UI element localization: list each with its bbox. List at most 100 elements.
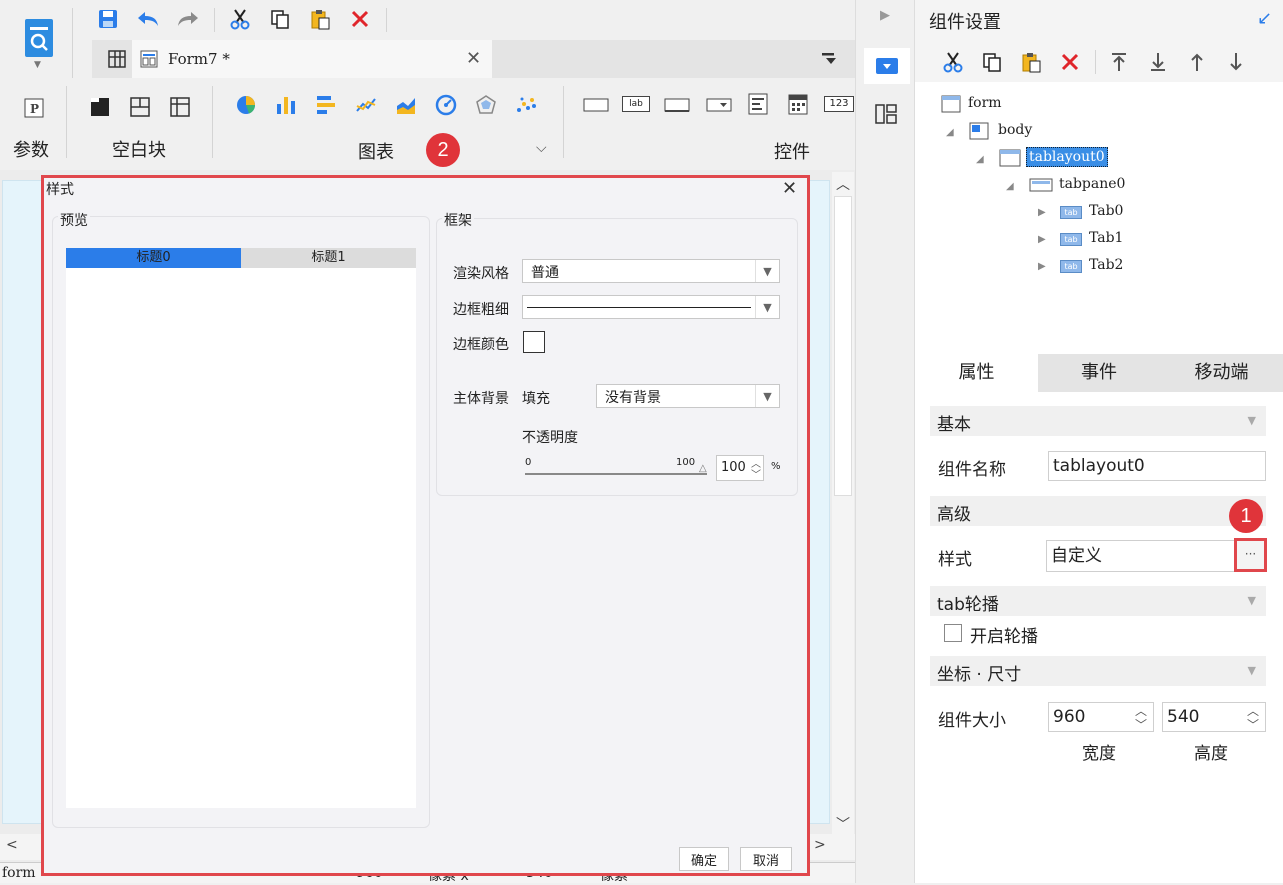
tab-list-dropdown-icon[interactable] — [818, 48, 842, 70]
carousel-checkbox[interactable] — [944, 624, 962, 642]
component-name-input[interactable]: tablayout0 — [1048, 451, 1266, 481]
widget-list-icon[interactable] — [744, 90, 772, 118]
redo-icon[interactable] — [174, 6, 202, 32]
tree-collapsed-icon[interactable]: ▶ — [1038, 207, 1046, 218]
cancel-button[interactable]: 取消 — [740, 847, 792, 871]
tab-properties[interactable]: 属性 — [915, 354, 1038, 392]
border-width-select[interactable]: ▼ — [522, 295, 780, 319]
widget-combobox-icon[interactable] — [704, 92, 734, 118]
move-down-icon[interactable] — [1222, 48, 1250, 76]
radar-chart-icon[interactable] — [473, 92, 499, 118]
pie-chart-icon[interactable] — [233, 92, 259, 118]
ok-button[interactable]: 确定 — [679, 847, 729, 871]
widget-text-label-icon[interactable]: lab — [622, 96, 650, 112]
widget-textbox-icon[interactable] — [662, 92, 692, 118]
undo-icon[interactable] — [134, 6, 162, 32]
tree-expand-icon[interactable]: ◢ — [1006, 181, 1014, 192]
blank-block-solid-icon[interactable] — [86, 94, 114, 120]
delete-icon[interactable] — [346, 6, 374, 32]
line-chart-icon[interactable] — [353, 92, 379, 118]
scroll-right-icon[interactable]: > — [814, 837, 826, 853]
widget-date-icon[interactable] — [784, 90, 812, 118]
fill-select[interactable]: 没有背景 ▼ — [596, 384, 780, 408]
border-color-swatch[interactable] — [523, 331, 545, 353]
render-style-select[interactable]: 普通 ▼ — [522, 259, 780, 283]
move-top-icon[interactable] — [1105, 48, 1133, 76]
scroll-left-icon[interactable]: < — [6, 837, 18, 853]
paste-icon[interactable] — [306, 6, 334, 32]
tab-events[interactable]: 事件 — [1038, 354, 1160, 392]
component-settings-dock-icon[interactable] — [864, 48, 910, 84]
spin-down-icon[interactable]: ﹀ — [1247, 711, 1259, 739]
dialog-title: 样式 — [46, 182, 74, 198]
widget-label-icon[interactable] — [582, 92, 610, 118]
scrollbar-thumb[interactable] — [834, 196, 852, 496]
widget-number-icon[interactable]: 123 — [824, 96, 854, 112]
section-carousel[interactable]: tab轮播 ▼ — [930, 586, 1266, 616]
tree-expand-icon[interactable]: ◢ — [976, 154, 984, 165]
border-width-label: 边框粗细 — [453, 302, 509, 318]
opacity-slider[interactable] — [525, 473, 707, 475]
canvas-vertical-scrollbar[interactable]: ︿ ﹀ — [832, 172, 854, 842]
tree-node-tab0[interactable]: Tab0 — [1089, 203, 1123, 219]
collapse-arrow-icon[interactable]: ▶ — [880, 8, 890, 23]
chevron-down-icon[interactable]: ▼ — [755, 296, 779, 318]
dock-arrow-icon[interactable]: ↙ — [1257, 8, 1272, 29]
template-menu-chevron-icon[interactable]: ▼ — [34, 60, 41, 70]
spin-down-icon[interactable]: ﹀ — [1135, 711, 1147, 739]
cut-icon[interactable] — [226, 6, 254, 32]
tree-expand-icon[interactable]: ◢ — [946, 127, 954, 138]
section-coords[interactable]: 坐标 · 尺寸 ▼ — [930, 656, 1266, 686]
parameter-icon[interactable]: P — [22, 96, 46, 120]
tree-copy-icon[interactable] — [978, 48, 1006, 76]
blank-block-split-icon[interactable] — [126, 94, 154, 120]
chart-more-chevron-icon[interactable]: ⌵ — [536, 140, 547, 156]
collapse-chevron-icon[interactable]: ▼ — [1248, 414, 1256, 427]
tab-mobile[interactable]: 移动端 — [1160, 354, 1283, 392]
spin-down-icon[interactable]: ﹀ — [751, 466, 761, 481]
scroll-up-icon[interactable]: ︿ — [836, 174, 850, 194]
move-bottom-icon[interactable] — [1144, 48, 1172, 76]
blank-block-grid-icon[interactable] — [166, 94, 194, 120]
tree-collapsed-icon[interactable]: ▶ — [1038, 261, 1046, 272]
section-advanced[interactable]: 高级 — [930, 496, 1266, 526]
copy-icon[interactable] — [266, 6, 294, 32]
tree-collapsed-icon[interactable]: ▶ — [1038, 234, 1046, 245]
tree-node-body[interactable]: body — [998, 122, 1032, 138]
grid-layout-icon[interactable] — [104, 46, 130, 72]
opacity-label: 不透明度 — [522, 430, 578, 446]
chevron-down-icon[interactable]: ▼ — [755, 260, 779, 282]
section-carousel-title: tab轮播 — [937, 595, 999, 615]
tree-node-tabpane0[interactable]: tabpane0 — [1059, 176, 1125, 192]
save-icon[interactable] — [94, 6, 122, 32]
area-chart-icon[interactable] — [393, 92, 419, 118]
tree-node-tab2[interactable]: Tab2 — [1089, 257, 1123, 273]
scatter-chart-icon[interactable] — [513, 92, 539, 118]
style-input[interactable]: 自定义 — [1046, 540, 1236, 572]
opacity-spinner[interactable]: 100 ︿ ﹀ — [716, 455, 764, 481]
slider-thumb-icon[interactable]: △ — [699, 463, 707, 474]
tree-node-tab1[interactable]: Tab1 — [1089, 230, 1123, 246]
move-up-icon[interactable] — [1183, 48, 1211, 76]
layout-dock-icon[interactable] — [870, 100, 902, 128]
chevron-down-icon[interactable]: ▼ — [755, 385, 779, 407]
tree-node-tablayout0[interactable]: tablayout0 — [1026, 147, 1108, 167]
horizontal-bar-chart-icon[interactable] — [313, 92, 339, 118]
slider-max: 100 — [676, 457, 696, 468]
scroll-down-icon[interactable]: ﹀ — [836, 814, 850, 834]
tree-cut-icon[interactable] — [939, 48, 967, 76]
gauge-chart-icon[interactable] — [433, 92, 459, 118]
bar-chart-icon[interactable] — [273, 92, 299, 118]
tree-node-form[interactable]: form — [968, 95, 1002, 111]
tree-delete-icon[interactable] — [1056, 48, 1084, 76]
collapse-chevron-icon[interactable]: ▼ — [1248, 594, 1256, 607]
section-basic[interactable]: 基本 ▼ — [930, 406, 1266, 436]
tree-paste-icon[interactable] — [1017, 48, 1045, 76]
height-input[interactable]: 540 ︿ ﹀ — [1162, 702, 1266, 732]
tab-close-icon[interactable]: ✕ — [466, 48, 481, 69]
dialog-close-icon[interactable]: ✕ — [782, 178, 797, 199]
width-input[interactable]: 960 ︿ ﹀ — [1048, 702, 1154, 732]
tab-form7[interactable]: Form7 * ✕ — [132, 40, 492, 78]
collapse-chevron-icon[interactable]: ▼ — [1248, 664, 1256, 677]
style-more-button[interactable]: ··· — [1234, 538, 1267, 572]
